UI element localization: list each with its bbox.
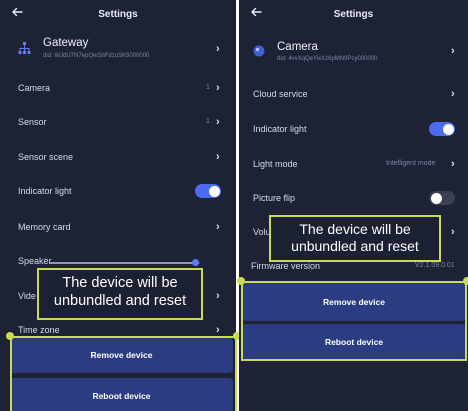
row-label: Camera (18, 83, 51, 93)
row-label: Vide (18, 291, 36, 301)
row-value: Intelligent mode (386, 160, 436, 167)
chevron-right-icon: › (216, 82, 220, 94)
header: Settings (0, 0, 236, 30)
indicator-light-toggle[interactable] (429, 122, 455, 136)
setting-row-sensor[interactable]: Sensor 1 › (0, 113, 236, 135)
row-value: 1 (206, 84, 210, 91)
slider-thumb[interactable] (192, 259, 199, 266)
row-value: V2.1.09.0.01 (415, 262, 455, 269)
device-did: did: WJdU7N7epQwShFdzuSK5000000 (43, 53, 150, 59)
page-title: Settings (333, 9, 374, 20)
row-label: Time zone (18, 325, 60, 335)
setting-row-sensor-scene[interactable]: Sensor scene › (0, 148, 236, 170)
setting-row-light-mode[interactable]: Light mode Intelligent mode › (239, 155, 468, 177)
row-label: Picture flip (253, 193, 296, 203)
remove-device-button[interactable]: Remove device (10, 337, 233, 373)
row-label: Sensor scene (18, 152, 74, 162)
device-name: Gateway (43, 37, 89, 49)
chevron-right-icon: › (451, 158, 455, 170)
picture-flip-toggle[interactable] (429, 191, 455, 205)
row-label: Indicator light (253, 124, 307, 134)
camera-dot-icon (253, 44, 265, 62)
chevron-right-icon: › (216, 116, 220, 128)
chevron-right-icon: › (216, 151, 220, 163)
setting-row-memory-card[interactable]: Memory card › (0, 218, 236, 240)
device-row-gateway[interactable]: Gateway did: WJdU7N7epQwShFdzuSK5000000 … (0, 34, 236, 68)
annotation-callout: The device will be unbundled and reset (269, 215, 441, 262)
reboot-device-button[interactable]: Reboot device (10, 378, 233, 411)
row-label: Light mode (253, 159, 298, 169)
device-row-camera[interactable]: Camera did: 4vvXqQeYixXz6pMN9Pcy000000 › (239, 34, 468, 68)
page-title: Settings (98, 9, 138, 20)
row-label: Sensor (18, 117, 47, 127)
device-did: did: 4vvXqQeYixXz6pMN9Pcy000000 (277, 56, 378, 62)
annotation-callout: The device will be unbundled and reset (37, 268, 203, 320)
speaker-slider[interactable] (50, 259, 200, 266)
right-phone-screen: Settings Camera did: 4vvXqQeYixXz6pMN9Pc… (239, 0, 468, 411)
row-label: Volu (253, 227, 271, 237)
setting-row-cloud-service[interactable]: Cloud service › (239, 85, 468, 107)
row-label: Indicator light (18, 186, 72, 196)
chevron-right-icon: › (451, 226, 455, 238)
chevron-right-icon: › (451, 88, 455, 100)
reboot-device-button[interactable]: Reboot device (242, 324, 466, 359)
row-label: Memory card (18, 222, 71, 232)
chevron-right-icon: › (216, 221, 220, 233)
row-label: Speaker (18, 256, 52, 266)
setting-row-indicator-light: Indicator light (0, 182, 236, 204)
chevron-right-icon: › (216, 43, 220, 55)
chevron-right-icon: › (216, 324, 220, 336)
setting-row-camera[interactable]: Camera 1 › (0, 79, 236, 101)
indicator-light-toggle[interactable] (195, 184, 221, 198)
device-name: Camera (277, 41, 318, 53)
left-phone-screen: Settings Gateway did: WJdU7N7epQwShFdzuS… (0, 0, 236, 411)
chevron-right-icon: › (451, 45, 455, 57)
highlight-corner-dot (6, 332, 14, 340)
remove-device-button[interactable]: Remove device (242, 283, 466, 321)
setting-row-indicator-light: Indicator light (239, 120, 468, 142)
header: Settings (239, 0, 468, 30)
row-label: Firmware version (251, 261, 321, 271)
highlight-corner-dot (237, 277, 245, 285)
row-label: Cloud service (253, 89, 308, 99)
setting-row-picture-flip: Picture flip (239, 189, 468, 211)
highlight-corner-dot (463, 277, 468, 285)
row-value: 1 (206, 118, 210, 125)
chevron-right-icon: › (216, 290, 220, 302)
slider-fill (50, 262, 196, 264)
sitemap-icon (18, 42, 31, 60)
